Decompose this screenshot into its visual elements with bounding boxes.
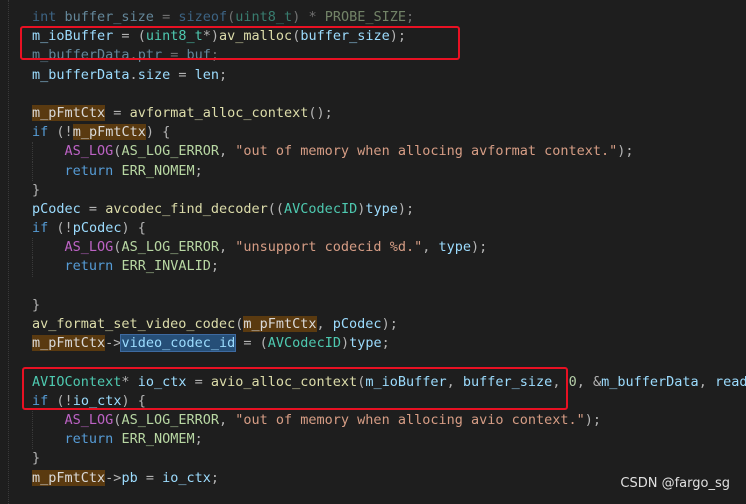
code-line[interactable]: return ERR_NOMEM; [32,161,746,181]
code-editor[interactable]: int buffer_size = sizeof(uint8_t) * PROB… [0,0,746,504]
code-line[interactable]: } [32,449,746,468]
code-line[interactable] [32,85,746,104]
indent-guide [32,238,34,258]
code-line[interactable] [32,277,746,296]
code-line[interactable]: int buffer_size = sizeof(uint8_t) * PROB… [32,8,746,27]
code-line[interactable]: if (!m_pFmtCtx) { [32,123,746,142]
code-line[interactable]: m_bufferData.ptr = buf; [32,46,746,65]
code-line[interactable]: if (!pCodec) { [32,219,746,238]
code-line[interactable]: AS_LOG(AS_LOG_ERROR, "out of memory when… [32,142,746,162]
code-line[interactable]: AS_LOG(AS_LOG_ERROR, "unsupport codecid … [32,238,746,258]
code-line[interactable]: AVIOContext* io_ctx = avio_alloc_context… [32,373,746,392]
code-line[interactable]: return ERR_NOMEM; [32,430,746,450]
code-area[interactable]: int buffer_size = sizeof(uint8_t) * PROB… [32,8,746,488]
code-line[interactable]: return ERR_INVALID; [32,257,746,277]
code-line[interactable]: pCodec = avcodec_find_decoder((AVCodecID… [32,200,746,219]
code-line[interactable]: AS_LOG(AS_LOG_ERROR, "out of memory when… [32,410,746,431]
indent-guide [32,257,34,277]
code-line[interactable]: if (!io_ctx) { [32,392,746,411]
code-line[interactable]: } [32,181,746,200]
indent-guide [32,161,34,181]
indent-guide [32,410,34,431]
indent-guide [32,142,34,162]
code-line[interactable] [32,353,746,372]
code-line[interactable]: m_pFmtCtx->video_codec_id = (AVCodecID)t… [32,334,746,353]
code-line[interactable]: } [32,296,746,315]
indent-guide [32,430,34,450]
watermark: CSDN @fargo_sg [620,476,730,491]
code-line[interactable]: m_bufferData.size = len; [32,66,746,85]
code-line[interactable]: av_format_set_video_codec(m_pFmtCtx, pCo… [32,315,746,334]
gutter-guide [8,0,10,504]
code-line[interactable]: m_ioBuffer = (uint8_t*)av_malloc(buffer_… [32,27,746,46]
code-line[interactable]: m_pFmtCtx = avformat_alloc_context(); [32,104,746,123]
